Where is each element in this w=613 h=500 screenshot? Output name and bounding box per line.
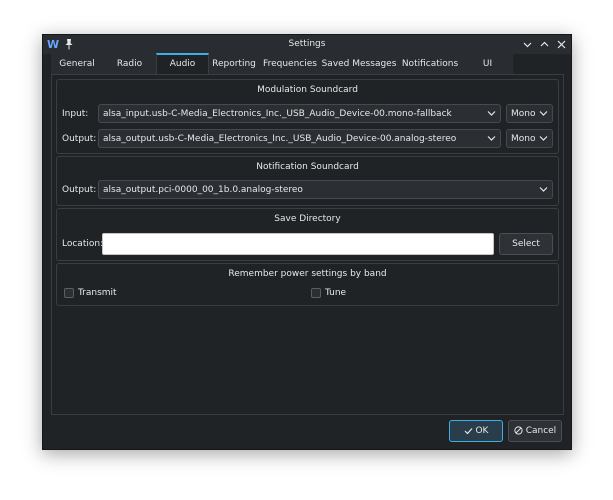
settings-window: W Settings General Radio Audio Reporting… [42,34,572,450]
maximize-icon[interactable] [539,39,550,50]
output-channels-select[interactable]: Mono [506,129,553,148]
tab-general[interactable]: General [51,54,103,74]
titlebar: W Settings [43,35,571,54]
notification-soundcard-group: Notification Soundcard Output: alsa_outp… [56,156,559,206]
input-channels-select[interactable]: Mono [506,104,553,123]
window-title: Settings [288,39,326,49]
location-input[interactable] [102,233,494,255]
minimize-icon[interactable] [522,39,533,50]
transmit-checkbox[interactable] [64,288,74,298]
output-device-select[interactable]: alsa_output.usb-C-Media_Electronics_Inc.… [98,129,501,148]
ok-button-label: OK [475,426,489,436]
tune-checkbox[interactable] [311,288,321,298]
group-title: Remember power settings by band [228,269,387,279]
input-device-value: alsa_input.usb-C-Media_Electronics_Inc._… [103,109,452,119]
tab-bar: General Radio Audio Reporting Frequencie… [51,53,513,76]
group-title: Modulation Soundcard [257,85,358,95]
close-icon[interactable] [556,39,567,50]
location-label: Location: [62,239,104,249]
output-device-value: alsa_output.usb-C-Media_Electronics_Inc.… [103,134,457,144]
tab-audio[interactable]: Audio [156,53,209,76]
modulation-soundcard-group: Modulation Soundcard Input: alsa_input.u… [56,79,559,154]
notification-output-select[interactable]: alsa_output.pci-0000_00_1b.0.analog-ster… [98,180,553,199]
tab-radio[interactable]: Radio [103,54,156,74]
save-directory-group: Save Directory Location: Select [56,208,559,261]
select-button-label: Select [512,239,540,249]
chevron-down-icon [539,111,548,116]
tab-reporting[interactable]: Reporting [208,54,260,74]
output-label: Output: [62,134,97,144]
notification-output-label: Output: [62,185,97,195]
select-directory-button[interactable]: Select [499,233,553,255]
group-title: Notification Soundcard [256,162,359,172]
cancel-button-label: Cancel [525,426,557,436]
input-device-select[interactable]: alsa_input.usb-C-Media_Electronics_Inc._… [98,104,501,123]
chevron-down-icon [539,136,548,141]
cancel-button[interactable]: Cancel [508,420,562,442]
chevron-down-icon [487,111,496,116]
input-label: Input: [62,109,89,119]
tab-saved-messages[interactable]: Saved Messages [320,54,398,74]
power-settings-group: Remember power settings by band Transmit… [56,263,559,306]
tab-frequencies[interactable]: Frequencies [260,54,320,74]
check-icon [464,427,473,434]
transmit-label: Transmit [78,288,117,298]
audio-tab-pane: Modulation Soundcard Input: alsa_input.u… [51,74,564,415]
input-channels-value: Mono [511,109,536,119]
tab-ui[interactable]: UI [462,54,513,74]
tab-notifications[interactable]: Notifications [398,54,462,74]
cancel-icon [514,426,523,435]
notification-output-value: alsa_output.pci-0000_00_1b.0.analog-ster… [103,185,303,195]
output-channels-value: Mono [511,134,536,144]
tune-label: Tune [325,288,347,298]
chevron-down-icon [487,136,496,141]
ok-button[interactable]: OK [449,420,503,442]
chevron-down-icon [539,187,548,192]
group-title: Save Directory [274,214,341,224]
